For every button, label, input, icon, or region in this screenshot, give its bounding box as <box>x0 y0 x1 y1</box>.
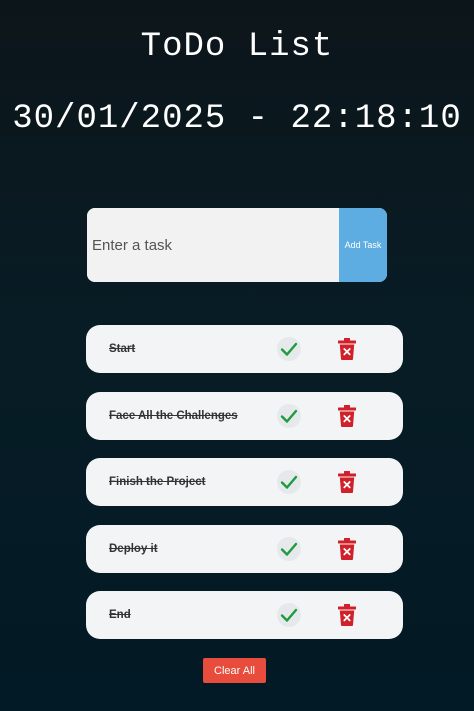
task-text: Start <box>109 343 136 355</box>
task-text: Finish the Project <box>109 476 206 488</box>
task-item: Deploy it <box>86 524 403 573</box>
add-task-button[interactable]: Add Task <box>339 208 387 282</box>
task-text: Deploy it <box>109 542 158 555</box>
trash-icon[interactable] <box>338 404 356 427</box>
task-item: Finish the Project <box>86 458 403 506</box>
task-list: Start Face All the Challenges Finish the… <box>86 325 403 658</box>
trash-icon[interactable] <box>338 338 356 360</box>
check-icon[interactable] <box>277 337 301 361</box>
datetime-display: 30/01/2025 - 22:18:10 <box>12 100 462 138</box>
app-title: ToDo List <box>140 28 334 66</box>
trash-icon[interactable] <box>338 471 356 493</box>
task-item: Start <box>86 325 403 373</box>
check-icon[interactable] <box>277 536 301 561</box>
check-icon[interactable] <box>277 470 301 494</box>
task-input[interactable] <box>87 208 339 282</box>
clear-all-button[interactable]: Clear All <box>203 658 266 683</box>
trash-icon[interactable] <box>338 537 356 560</box>
check-icon[interactable] <box>277 403 301 428</box>
trash-icon[interactable] <box>338 604 356 626</box>
task-text: End <box>109 609 131 621</box>
task-item: Face All the Challenges <box>86 391 403 440</box>
check-icon[interactable] <box>277 603 301 627</box>
task-text: Face All the Challenges <box>109 409 238 422</box>
task-input-row: Add Task <box>87 208 387 282</box>
task-item: End <box>86 591 403 639</box>
